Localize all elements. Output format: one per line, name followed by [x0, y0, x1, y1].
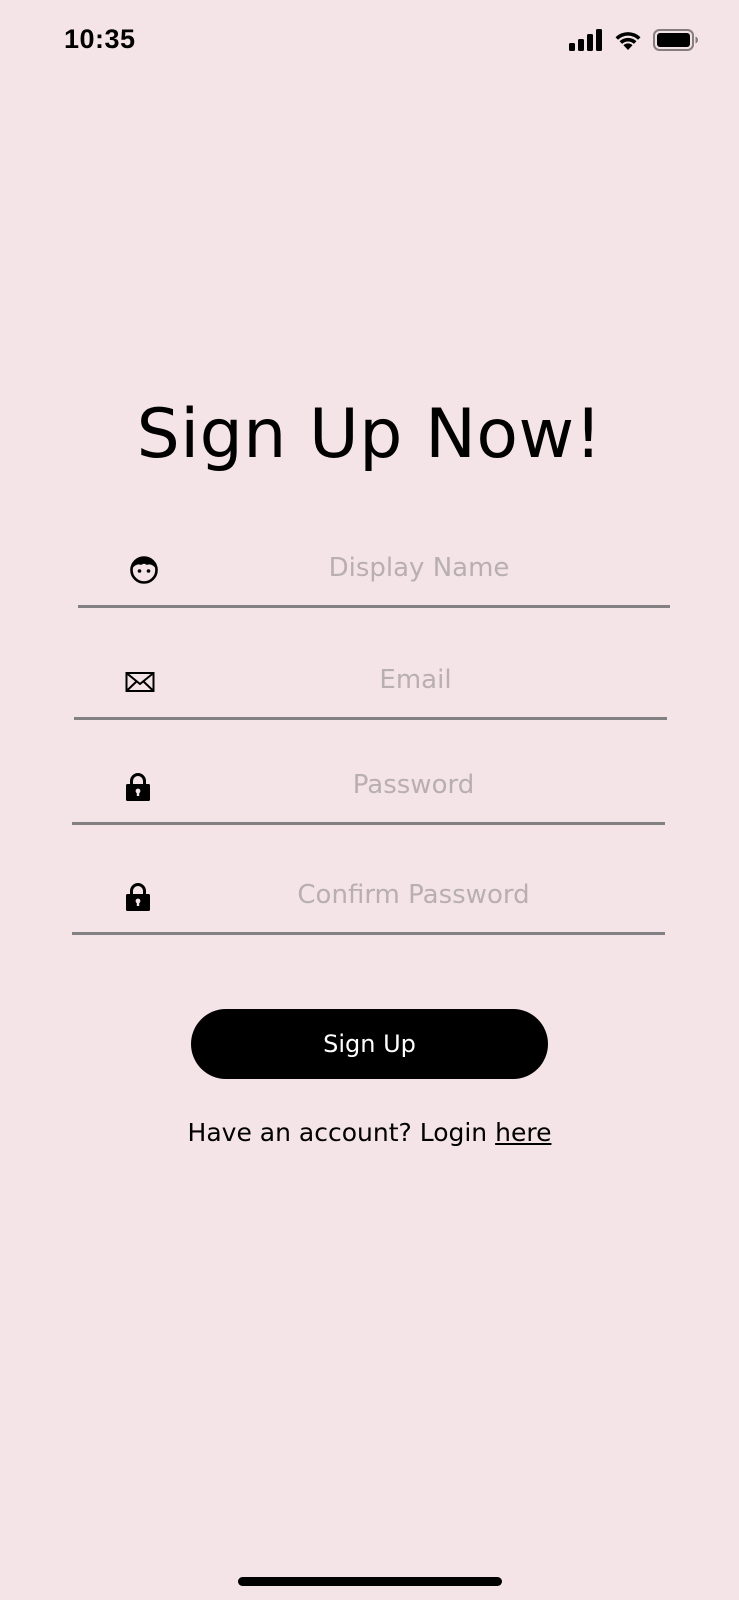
status-bar: 10:35 — [0, 0, 739, 80]
cellular-signal-icon — [569, 29, 603, 51]
password-underline — [72, 822, 665, 825]
lock-icon — [122, 881, 154, 913]
sign-up-button[interactable]: Sign Up — [191, 1009, 548, 1079]
email-field — [74, 650, 667, 720]
status-icons — [569, 27, 699, 53]
confirm-password-underline — [72, 932, 665, 935]
password-field — [72, 755, 665, 825]
display-name-input[interactable] — [168, 546, 670, 590]
display-name-underline — [78, 605, 670, 608]
face-icon — [128, 554, 160, 586]
password-input[interactable] — [162, 763, 665, 807]
login-prompt: Have an account? Login here — [0, 1118, 739, 1147]
envelope-icon — [124, 666, 156, 698]
home-indicator[interactable] — [238, 1577, 502, 1586]
login-prompt-text: Have an account? Login — [187, 1118, 496, 1147]
login-here-link[interactable]: here — [495, 1118, 551, 1147]
confirm-password-input[interactable] — [162, 873, 665, 917]
email-underline — [74, 717, 667, 720]
display-name-field — [78, 538, 670, 608]
page-title: Sign Up Now! — [136, 395, 603, 474]
email-input[interactable] — [164, 658, 667, 702]
status-time: 10:35 — [64, 24, 136, 54]
lock-icon — [122, 771, 154, 803]
wifi-icon — [613, 29, 643, 51]
battery-icon — [653, 29, 699, 51]
confirm-password-field — [72, 865, 665, 935]
